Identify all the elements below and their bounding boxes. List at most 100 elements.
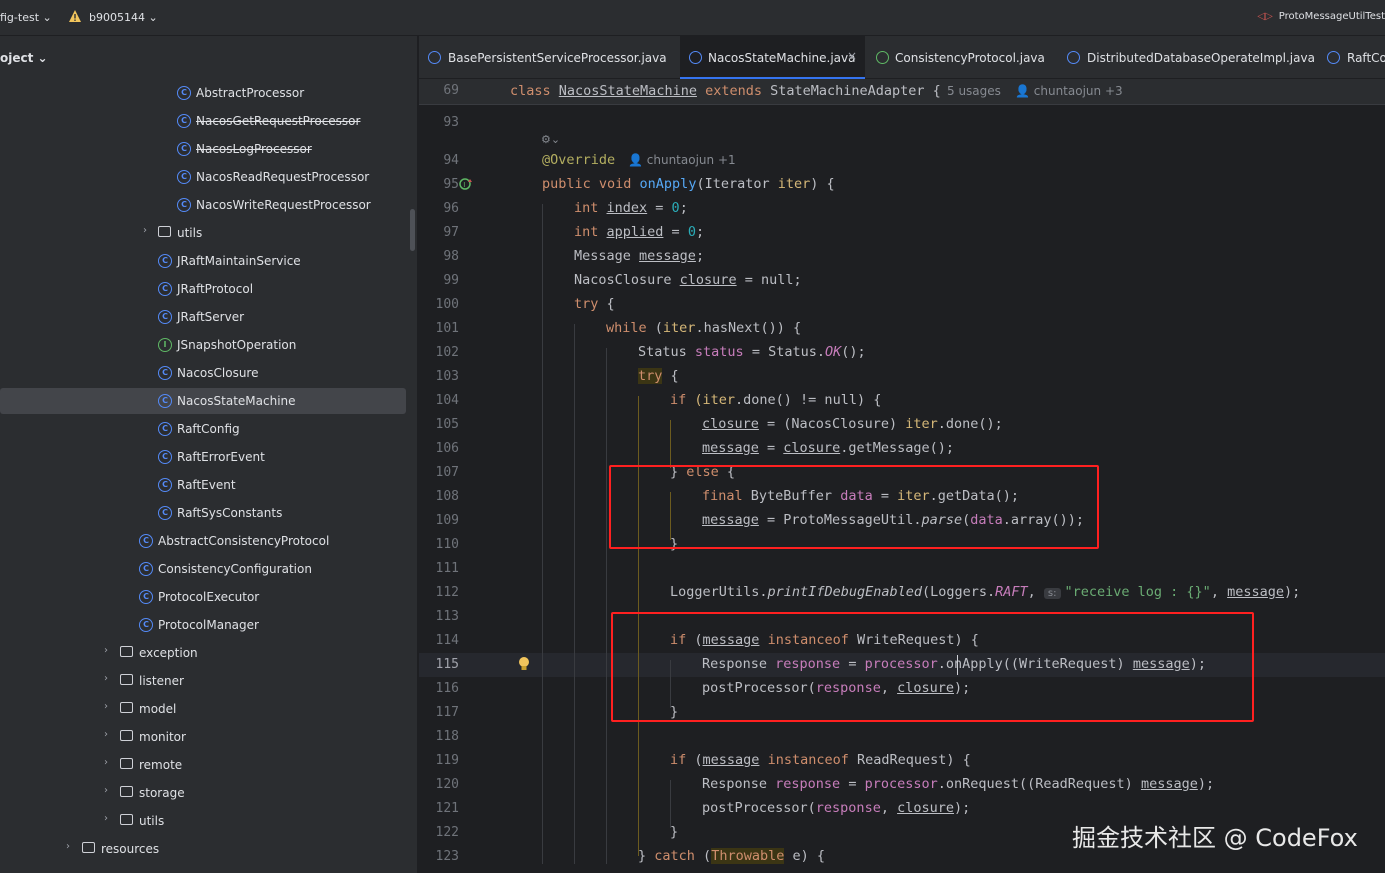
- tree-item-exception[interactable]: › exception: [0, 640, 406, 666]
- code-line-120[interactable]: Response response = processor.onRequest(…: [702, 776, 1214, 792]
- code-token: try: [574, 296, 599, 312]
- code-line-121[interactable]: postProcessor(response, closure);: [702, 800, 970, 816]
- code-line-95[interactable]: public void onApply(Iterator iter) {: [542, 176, 835, 192]
- tree-item-abstractconsistencyprotocol[interactable]: C AbstractConsistencyProtocol: [0, 528, 406, 554]
- code-editor[interactable]: 69 class NacosStateMachine extends State…: [419, 79, 1385, 873]
- tree-item-raftevent[interactable]: C RaftEvent: [0, 472, 406, 498]
- tree-item-listener[interactable]: › listener: [0, 668, 406, 694]
- code-line-100[interactable]: try {: [574, 296, 615, 312]
- tree-item-jraftprotocol[interactable]: C JRaftProtocol: [0, 276, 406, 302]
- code-line-94[interactable]: @Override: [542, 152, 615, 168]
- tree-item-nacoslogprocessor[interactable]: C NacosLogProcessor: [0, 136, 406, 162]
- code-token: (Loggers.: [921, 584, 996, 600]
- project-selector[interactable]: fig-test ⌄: [0, 11, 52, 24]
- tab-consistency-protocol[interactable]: ConsistencyProtocol.java: [866, 36, 1054, 79]
- code-line-101[interactable]: while (iter.hasNext()) {: [606, 320, 801, 336]
- tree-item-protocolmanager[interactable]: C ProtocolManager: [0, 612, 406, 638]
- code-token: ;: [679, 200, 688, 216]
- tree-item-nacosreadrequestprocessor[interactable]: C NacosReadRequestProcessor: [0, 164, 406, 190]
- class-icon: [689, 51, 702, 64]
- tree-item-rafterrorevent[interactable]: C RaftErrorEvent: [0, 444, 406, 470]
- tree-item-jraftmaintainservice[interactable]: C JRaftMaintainService: [0, 248, 406, 274]
- tree-item-consistencyconfiguration[interactable]: C ConsistencyConfiguration: [0, 556, 406, 582]
- tree-item-nacosgetrequestprocessor[interactable]: C NacosGetRequestProcessor: [0, 108, 406, 134]
- highlight-box-write-request: [611, 612, 1254, 722]
- code-line-123[interactable]: } catch (Throwable e) {: [638, 848, 825, 864]
- code-token: ReadRequest) {: [856, 752, 971, 768]
- tab-base-persistent-service-processor[interactable]: BasePersistentServiceProcessor.java: [419, 36, 679, 79]
- tree-item-model[interactable]: › model: [0, 696, 406, 722]
- usages-hint[interactable]: 5 usages: [947, 84, 1001, 98]
- tree-item-nacosstatemachine[interactable]: C NacosStateMachine: [0, 388, 406, 414]
- code-line-99[interactable]: NacosClosure closure = null;: [574, 272, 802, 288]
- tree-item-utils[interactable]: › utils: [0, 808, 406, 834]
- code-line-97[interactable]: int applied = 0;: [574, 224, 704, 240]
- tree-item-monitor[interactable]: › monitor: [0, 724, 406, 750]
- folder-icon: [82, 842, 95, 853]
- class-icon: C: [177, 170, 191, 184]
- code-line-104[interactable]: if (iter.done() != null) {: [670, 392, 881, 408]
- implements-gutter-icon[interactable]: I: [459, 177, 473, 191]
- line-number: 118: [435, 729, 459, 744]
- class-icon: [1327, 51, 1340, 64]
- author-hint[interactable]: 👤 chuntaojun +3: [1015, 84, 1123, 98]
- lightbulb-icon[interactable]: [518, 656, 530, 672]
- tree-item-abstractprocessor[interactable]: C AbstractProcessor: [0, 80, 406, 106]
- code-line-122[interactable]: }: [670, 824, 678, 840]
- tree-item-resources[interactable]: › resources: [0, 836, 406, 862]
- close-icon[interactable]: ×: [847, 49, 857, 63]
- run-config[interactable]: ◁▷ ProtoMessageUtilTest: [1257, 11, 1385, 22]
- branch-selector[interactable]: b9005144 ⌄: [89, 11, 158, 24]
- tab-nacos-state-machine[interactable]: NacosStateMachine.java ×: [680, 36, 865, 79]
- code-line-119[interactable]: if (message instanceof ReadRequest) {: [670, 752, 971, 768]
- tree-item-storage[interactable]: › storage: [0, 780, 406, 806]
- tree-item-nacoswriterequestprocessor[interactable]: C NacosWriteRequestProcessor: [0, 192, 406, 218]
- code-token: closure: [783, 440, 841, 456]
- editor-tabs: BasePersistentServiceProcessor.java Naco…: [419, 36, 1385, 79]
- tab-distributed-database-operate-impl[interactable]: DistributedDatabaseOperateImpl.java: [1055, 36, 1315, 79]
- watermark: 掘金技术社区 @ CodeFox: [1072, 824, 1358, 852]
- tree-item-nacosclosure[interactable]: C NacosClosure: [0, 360, 406, 386]
- tree-item-raftsysconstants[interactable]: C RaftSysConstants: [0, 500, 406, 526]
- code-line-112[interactable]: LoggerUtils.printIfDebugEnabled(Loggers.…: [670, 584, 1300, 600]
- code-line-96[interactable]: int index = 0;: [574, 200, 688, 216]
- chevron-right-icon[interactable]: ›: [66, 841, 70, 852]
- chevron-right-icon[interactable]: ›: [104, 813, 108, 824]
- chevron-right-icon[interactable]: ›: [104, 701, 108, 712]
- project-scrollbar[interactable]: [410, 209, 415, 251]
- chevron-right-icon[interactable]: ›: [143, 225, 147, 236]
- chevron-right-icon[interactable]: ›: [104, 757, 108, 768]
- code-token: int: [574, 224, 607, 240]
- chevron-right-icon[interactable]: ›: [104, 785, 108, 796]
- chevron-right-icon[interactable]: ›: [104, 673, 108, 684]
- code-line-105[interactable]: closure = (NacosClosure) iter.done();: [702, 416, 1003, 432]
- tree-item-utils[interactable]: › utils: [0, 220, 406, 246]
- code-line-98[interactable]: Message message;: [574, 248, 704, 264]
- code-line-102[interactable]: Status status = Status.OK();: [638, 344, 866, 360]
- tree-item-protocolexecutor[interactable]: C ProtocolExecutor: [0, 584, 406, 610]
- tree-item-jraftserver[interactable]: C JRaftServer: [0, 304, 406, 330]
- tab-raft-co[interactable]: RaftCo: [1316, 36, 1385, 79]
- project-panel-title[interactable]: oject ⌄: [0, 51, 48, 65]
- code-token: }: [638, 848, 655, 864]
- tree-item-remote[interactable]: › remote: [0, 752, 406, 778]
- ai-hint-icon[interactable]: ⚙⌄: [541, 133, 560, 146]
- code-line-106[interactable]: message = closure.getMessage();: [702, 440, 954, 456]
- code-line-103[interactable]: try {: [638, 368, 679, 384]
- tree-item-raftconfig[interactable]: C RaftConfig: [0, 416, 406, 442]
- code-token: message: [702, 440, 759, 456]
- sticky-scroll-header[interactable]: 69 class NacosStateMachine extends State…: [419, 79, 1385, 105]
- line-number: 122: [435, 825, 459, 840]
- tree-item-jsnapshotoperation[interactable]: I JSnapshotOperation: [0, 332, 406, 358]
- tree-item-label: JRaftProtocol: [177, 282, 254, 296]
- chevron-right-icon[interactable]: ›: [104, 645, 108, 656]
- title-bar: fig-test ⌄ b9005144 ⌄ ◁▷ ProtoMessageUtil…: [0, 0, 1385, 36]
- code-token: @Override: [542, 152, 616, 168]
- method-author-hint[interactable]: 👤 chuntaojun +1: [628, 153, 736, 167]
- folder-icon: [120, 758, 133, 769]
- warning-icon[interactable]: [68, 9, 82, 23]
- chevron-right-icon[interactable]: ›: [104, 729, 108, 740]
- line-number: 109: [435, 513, 459, 528]
- code-token: Response: [702, 776, 776, 792]
- class-icon: C: [158, 478, 172, 492]
